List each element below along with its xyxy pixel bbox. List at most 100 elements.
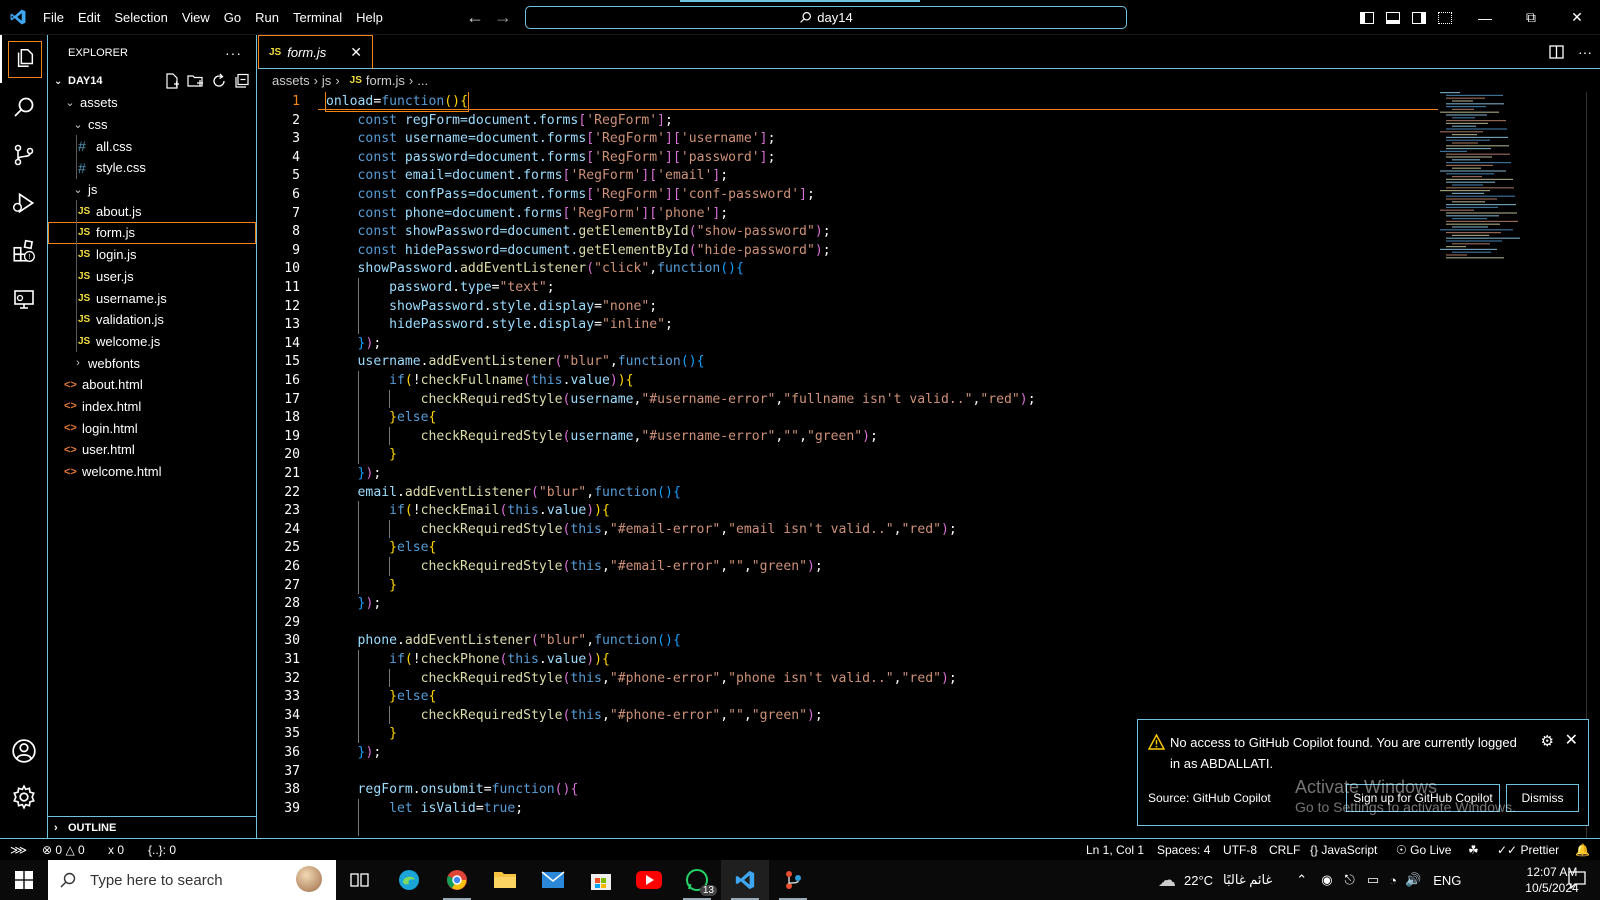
input-language[interactable]: ENG xyxy=(1433,873,1461,888)
tree-item[interactable]: <> user.html xyxy=(48,439,256,461)
activity-manage[interactable] xyxy=(0,773,48,821)
close-tab-icon[interactable]: ✕ xyxy=(350,44,362,61)
customize-layout-icon[interactable] xyxy=(1438,11,1452,24)
tree-item[interactable]: # style.css xyxy=(48,157,256,179)
tree-item[interactable]: <> login.html xyxy=(48,417,256,439)
menu-selection[interactable]: Selection xyxy=(107,0,174,35)
taskbar-search-box[interactable]: Type here to search xyxy=(48,860,336,900)
forward-arrow-icon[interactable]: → xyxy=(494,7,512,28)
tree-item[interactable]: JS welcome.js xyxy=(48,330,256,353)
youtube-icon[interactable] xyxy=(625,860,673,900)
go-live-button[interactable]: ☉ Go Live xyxy=(1396,839,1451,861)
encoding[interactable]: UTF-8 xyxy=(1223,839,1257,861)
ports-indicator[interactable]: x 0 xyxy=(108,839,124,861)
weather-temp[interactable]: 22°C xyxy=(1184,873,1213,888)
editor-more-actions-icon[interactable]: ··· xyxy=(1578,44,1592,60)
weather-icon[interactable]: ☁ xyxy=(1158,870,1176,891)
remote-indicator-icon[interactable]: ⋙ xyxy=(10,839,27,861)
tree-item[interactable]: JS about.js xyxy=(48,200,256,223)
tree-item[interactable]: # all.css xyxy=(48,135,256,158)
dismiss-button[interactable]: Dismiss xyxy=(1506,784,1579,812)
tree-item[interactable]: <> index.html xyxy=(48,396,256,418)
action-center-icon[interactable] xyxy=(1553,860,1600,900)
store-icon[interactable] xyxy=(577,860,625,900)
show-hidden-icons-icon[interactable]: ⌃ xyxy=(1296,872,1307,888)
menu-file[interactable]: File xyxy=(36,0,71,35)
indentation[interactable]: Spaces: 4 xyxy=(1157,839,1210,861)
minimap-line xyxy=(1446,257,1504,259)
edge-icon[interactable] xyxy=(385,860,433,900)
chrome-icon[interactable] xyxy=(433,860,481,900)
tree-item[interactable]: JS validation.js xyxy=(48,308,256,331)
close-notification-icon[interactable]: ✕ xyxy=(1565,730,1578,750)
volume-icon[interactable]: 🔊 xyxy=(1405,872,1421,888)
command-center-search[interactable]: day14 xyxy=(525,6,1127,29)
meet-now-icon[interactable]: ◉ xyxy=(1321,872,1332,888)
notification-settings-icon[interactable]: ⚙ xyxy=(1541,732,1554,750)
vscode-taskbar-icon[interactable] xyxy=(721,860,769,900)
activity-accounts[interactable] xyxy=(0,727,48,775)
language-mode[interactable]: {} JavaScript xyxy=(1310,839,1377,861)
windows-start-icon[interactable] xyxy=(0,860,48,900)
activity-extensions[interactable]: ! xyxy=(0,227,48,275)
weather-text[interactable]: غائم غالبًا xyxy=(1223,872,1272,888)
tree-item[interactable]: ⌄ assets xyxy=(48,92,256,114)
menu-go[interactable]: Go xyxy=(217,0,248,35)
tree-item[interactable]: JS username.js xyxy=(48,287,256,309)
split-editor-icon[interactable] xyxy=(1549,45,1564,59)
tree-item[interactable]: <> welcome.html xyxy=(48,461,256,483)
mail-icon[interactable] xyxy=(529,860,577,900)
breadcrumb-item[interactable]: assets xyxy=(272,73,310,88)
activity-source-control[interactable] xyxy=(0,131,48,179)
toggle-panel-icon[interactable] xyxy=(1386,11,1400,24)
breadcrumb-item[interactable]: form.js xyxy=(366,73,405,88)
menu-terminal[interactable]: Terminal xyxy=(286,0,349,35)
whatsapp-icon[interactable]: 13 xyxy=(673,860,721,900)
microphone-icon[interactable]: ⎋ xyxy=(1345,872,1355,888)
tree-item[interactable]: ⌄ js xyxy=(48,179,256,201)
end-of-line[interactable]: CRLF xyxy=(1269,839,1300,861)
activity-explorer[interactable] xyxy=(0,35,48,83)
wifi-icon[interactable]: ◔ xyxy=(1389,873,1397,888)
new-folder-icon[interactable] xyxy=(187,73,204,89)
menu-help[interactable]: Help xyxy=(349,0,390,35)
new-file-icon[interactable] xyxy=(164,73,180,89)
outline-section-header[interactable]: › OUTLINE xyxy=(48,816,256,838)
task-view-icon[interactable] xyxy=(336,860,384,900)
activity-run-debug[interactable] xyxy=(0,179,48,227)
toggle-secondary-sidebar-icon[interactable] xyxy=(1412,11,1426,24)
copilot-status-icon[interactable]: ☘ xyxy=(1468,839,1479,861)
breadcrumb-item[interactable]: js xyxy=(322,73,331,88)
battery-icon[interactable]: ▭ xyxy=(1367,872,1379,888)
activity-search[interactable] xyxy=(0,83,48,131)
git-client-icon[interactable] xyxy=(769,860,817,900)
minimize-icon[interactable]: — xyxy=(1462,0,1508,35)
toggle-primary-sidebar-icon[interactable] xyxy=(1360,11,1374,24)
tab-form-js[interactable]: JS form.js ✕ xyxy=(258,35,373,69)
restore-icon[interactable]: ⧉ xyxy=(1508,0,1554,35)
refresh-icon[interactable] xyxy=(211,73,227,89)
activity-remote-explorer[interactable] xyxy=(0,275,48,323)
tree-item[interactable]: JS user.js xyxy=(48,265,256,288)
selection-info[interactable]: {..}: 0 xyxy=(148,839,176,861)
menu-run[interactable]: Run xyxy=(248,0,286,35)
notifications-bell-icon[interactable]: 🔔 xyxy=(1575,839,1590,861)
file-explorer-icon[interactable] xyxy=(481,860,529,900)
cursor-position[interactable]: Ln 1, Col 1 xyxy=(1086,839,1144,861)
code-text: checkRequiredStyle(this,"#phone-error","… xyxy=(420,707,823,723)
back-arrow-icon[interactable]: ← xyxy=(466,7,484,28)
menu-view[interactable]: View xyxy=(175,0,217,35)
minimap[interactable] xyxy=(1438,92,1548,262)
tree-item[interactable]: › webfonts xyxy=(48,352,256,374)
menu-edit[interactable]: Edit xyxy=(71,0,107,35)
tree-item[interactable]: <> about.html xyxy=(48,374,256,396)
tree-item[interactable]: JS login.js xyxy=(48,243,256,266)
tree-item[interactable]: JS form.js xyxy=(48,222,256,244)
collapse-all-icon[interactable] xyxy=(234,73,250,89)
more-actions-icon[interactable]: ··· xyxy=(225,45,242,61)
close-window-icon[interactable]: ✕ xyxy=(1554,0,1600,35)
tree-item[interactable]: ⌄ css xyxy=(48,114,256,136)
problems-indicator[interactable]: ⊗ 0 △ 0 xyxy=(42,839,85,861)
breadcrumb-item[interactable]: ... xyxy=(417,73,428,88)
prettier-status[interactable]: ✓✓ Prettier xyxy=(1497,839,1559,861)
